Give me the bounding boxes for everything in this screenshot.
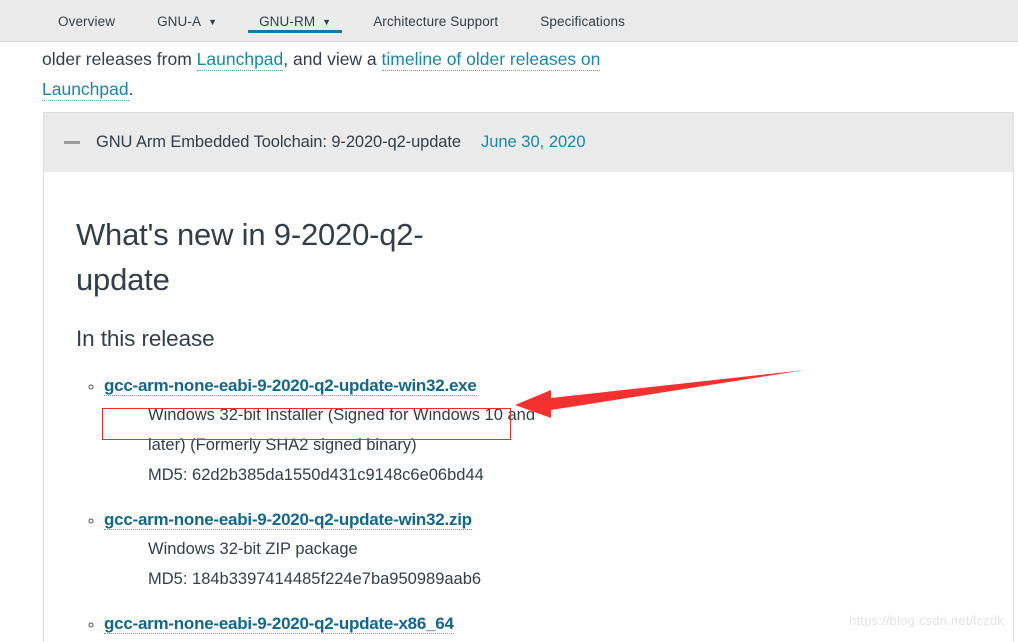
list-item: gcc-arm-none-eabi-9-2020-q2-update-win32… xyxy=(104,510,983,594)
release-content: What's new in 9-2020-q2-update In this r… xyxy=(44,172,1013,634)
accordion-header[interactable]: GNU Arm Embedded Toolchain: 9-2020-q2-up… xyxy=(43,112,1014,172)
nav-item-gnu-rm[interactable]: GNU-RM ▼ xyxy=(245,0,345,42)
file-md5: MD5: 62d2b385da1550d431c9148c6e06bd44 xyxy=(148,460,538,490)
minus-icon[interactable] xyxy=(64,141,80,144)
top-navigation-bar: Overview GNU-A ▼ GNU-RM ▼ Architecture S… xyxy=(0,0,1018,42)
page-title: What's new in 9-2020-q2-update xyxy=(76,217,424,297)
file-description: Windows 32-bit ZIP package MD5: 184b3397… xyxy=(148,534,538,594)
file-description-text: Windows 32-bit Installer (Signed for Win… xyxy=(148,406,536,454)
launchpad-link[interactable]: Launchpad xyxy=(196,49,284,71)
download-link-x86-64[interactable]: gcc-arm-none-eabi-9-2020-q2-update-x86_6… xyxy=(104,614,454,634)
file-description-text: Windows 32-bit ZIP package xyxy=(148,540,358,558)
accordion-body: What's new in 9-2020-q2-update In this r… xyxy=(43,172,1014,642)
release-file-list: gcc-arm-none-eabi-9-2020-q2-update-win32… xyxy=(76,376,983,634)
nav-item-label: Specifications xyxy=(540,13,625,29)
nav-item-label: Architecture Support xyxy=(373,13,499,29)
accordion-date: June 30, 2020 xyxy=(480,133,586,151)
chevron-down-icon: ▼ xyxy=(322,16,332,27)
nav-item-overview[interactable]: Overview xyxy=(44,0,129,42)
intro-text-part-2: , and view a xyxy=(283,49,382,69)
chevron-down-icon: ▼ xyxy=(208,16,218,27)
section-heading-in-this-release: In this release xyxy=(76,326,215,351)
download-link-win32-exe[interactable]: gcc-arm-none-eabi-9-2020-q2-update-win32… xyxy=(104,376,477,396)
md5-value: 184b3397414485f224e7ba950989aab6 xyxy=(192,570,482,588)
nav-item-specifications[interactable]: Specifications xyxy=(526,0,639,42)
watermark: https://blog.csdn.net/lczdk xyxy=(849,613,1004,628)
nav-item-architecture-support[interactable]: Architecture Support xyxy=(359,0,512,42)
nav-item-label: GNU-RM xyxy=(259,13,316,29)
nav-item-gnu-a[interactable]: GNU-A ▼ xyxy=(143,0,231,42)
md5-label: MD5: xyxy=(148,466,188,484)
intro-text-part-1: older releases from xyxy=(42,49,197,69)
file-md5: MD5: 184b3397414485f224e7ba950989aab6 xyxy=(148,564,538,594)
intro-paragraph: older releases from Launchpad, and view … xyxy=(42,44,602,104)
accordion-title: GNU Arm Embedded Toolchain: 9-2020-q2-up… xyxy=(96,133,461,151)
nav-item-list: Overview GNU-A ▼ GNU-RM ▼ Architecture S… xyxy=(44,0,653,42)
md5-label: MD5: xyxy=(148,570,188,588)
intro-text-part-3: . xyxy=(128,79,134,99)
release-accordion: GNU Arm Embedded Toolchain: 9-2020-q2-up… xyxy=(43,112,1014,642)
md5-value: 62d2b385da1550d431c9148c6e06bd44 xyxy=(192,466,484,484)
download-link-win32-zip[interactable]: gcc-arm-none-eabi-9-2020-q2-update-win32… xyxy=(104,510,472,530)
file-description: Windows 32-bit Installer (Signed for Win… xyxy=(148,400,538,490)
nav-item-label: GNU-A xyxy=(157,13,202,29)
list-item: gcc-arm-none-eabi-9-2020-q2-update-win32… xyxy=(104,376,983,490)
nav-item-label: Overview xyxy=(58,13,116,29)
